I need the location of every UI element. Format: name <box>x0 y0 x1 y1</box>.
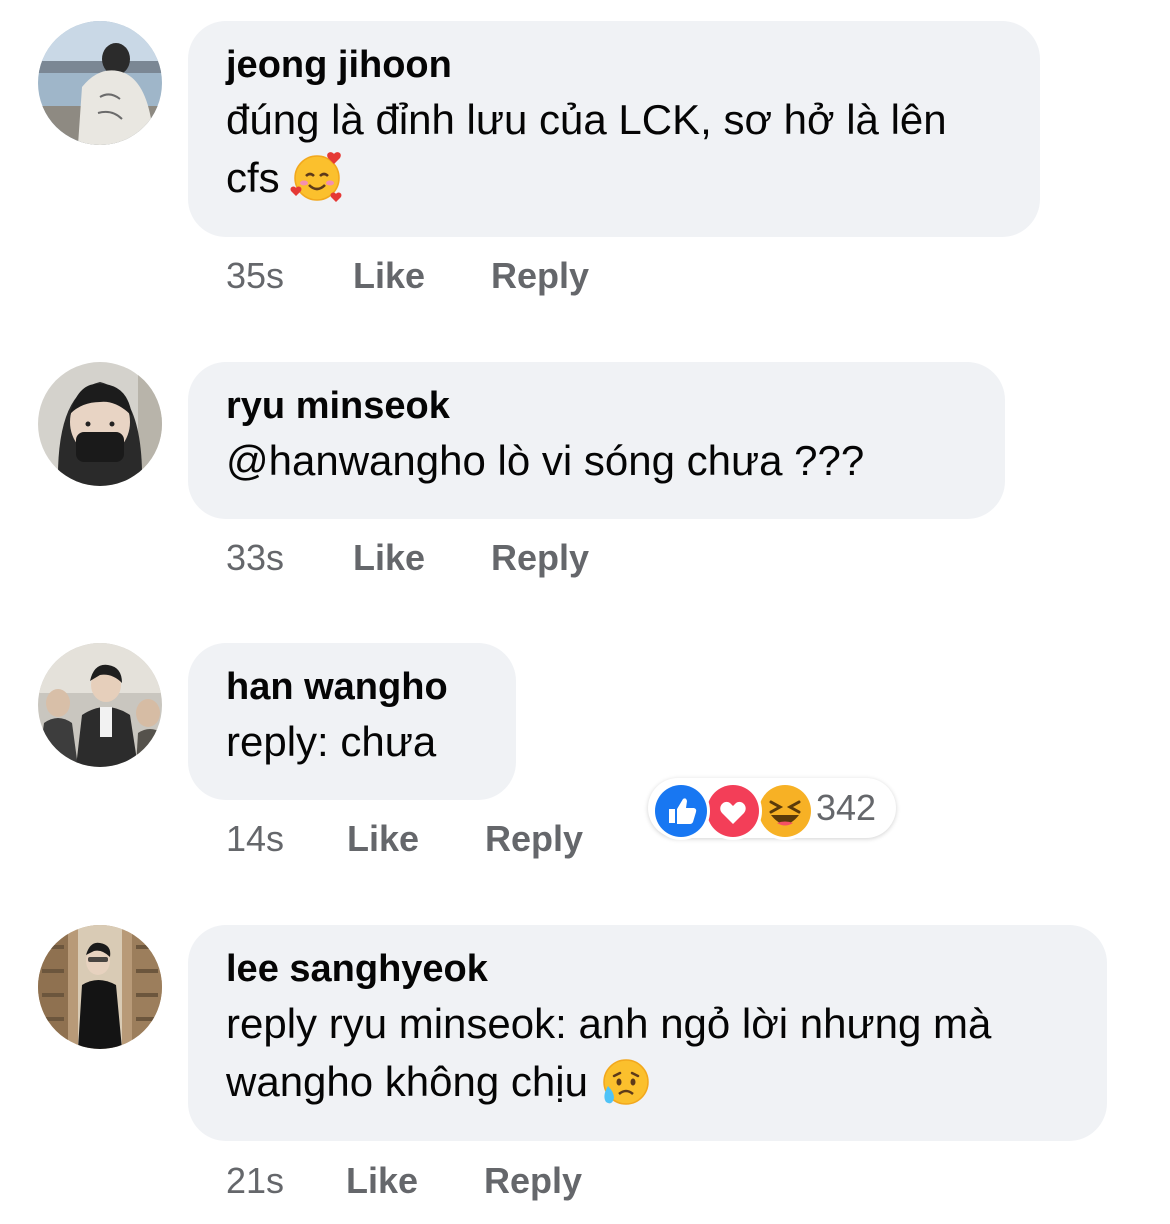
comment-bubble: lee sanghyeok reply ryu minseok: anh ngỏ… <box>188 925 1107 1141</box>
like-reaction-icon <box>652 782 710 840</box>
avatar[interactable] <box>38 21 162 145</box>
comment-bubble: han wangho reply: chưa <box>188 643 516 800</box>
comment-author[interactable]: jeong jihoon <box>226 43 1002 87</box>
comment-author[interactable]: lee sanghyeok <box>226 947 1069 991</box>
comment-author[interactable]: ryu minseok <box>226 384 967 428</box>
smiling-face-with-hearts-icon <box>288 148 346 206</box>
comment-timestamp: 21s <box>226 1160 285 1201</box>
like-button[interactable]: Like <box>346 1161 484 1201</box>
comment-timestamp: 14s <box>226 818 285 859</box>
like-button[interactable]: Like <box>353 256 491 296</box>
reaction-summary[interactable]: 342 <box>648 778 896 840</box>
reply-button[interactable]: Reply <box>484 1161 582 1201</box>
love-reaction-icon <box>704 782 762 840</box>
comment-text: reply ryu minseok: anh ngỏ lời nhưng mà … <box>226 995 1069 1114</box>
comment-timestamp: 35s <box>226 255 285 296</box>
comment-timestamp: 33s <box>226 537 285 578</box>
avatar[interactable] <box>38 643 162 767</box>
reply-button[interactable]: Reply <box>491 538 589 578</box>
comment-actions: 33s Like Reply <box>226 538 589 578</box>
haha-reaction-icon <box>756 782 814 840</box>
comment-bubble: ryu minseok @hanwangho lò vi sóng chưa ?… <box>188 362 1005 519</box>
like-button[interactable]: Like <box>353 538 491 578</box>
comment-text: @hanwangho lò vi sóng chưa ??? <box>226 437 865 484</box>
comment-text: reply: chưa <box>226 718 437 765</box>
avatar[interactable] <box>38 362 162 486</box>
avatar[interactable] <box>38 925 162 1049</box>
comment-text: đúng là đỉnh lưu của LCK, sơ hở là lên c… <box>226 91 1002 210</box>
comment-actions: 14s Like Reply <box>226 819 583 859</box>
comment-bubble: jeong jihoon đúng là đỉnh lưu của LCK, s… <box>188 21 1040 237</box>
reply-button[interactable]: Reply <box>485 819 583 859</box>
comment-actions: 21s Like Reply <box>226 1161 582 1201</box>
like-button[interactable]: Like <box>347 819 485 859</box>
reaction-count: 342 <box>816 787 877 828</box>
sad-but-relieved-face-icon <box>596 1052 654 1110</box>
comment-actions: 35s Like Reply <box>226 256 589 296</box>
reply-button[interactable]: Reply <box>491 256 589 296</box>
comment-author[interactable]: han wangho <box>226 665 478 709</box>
